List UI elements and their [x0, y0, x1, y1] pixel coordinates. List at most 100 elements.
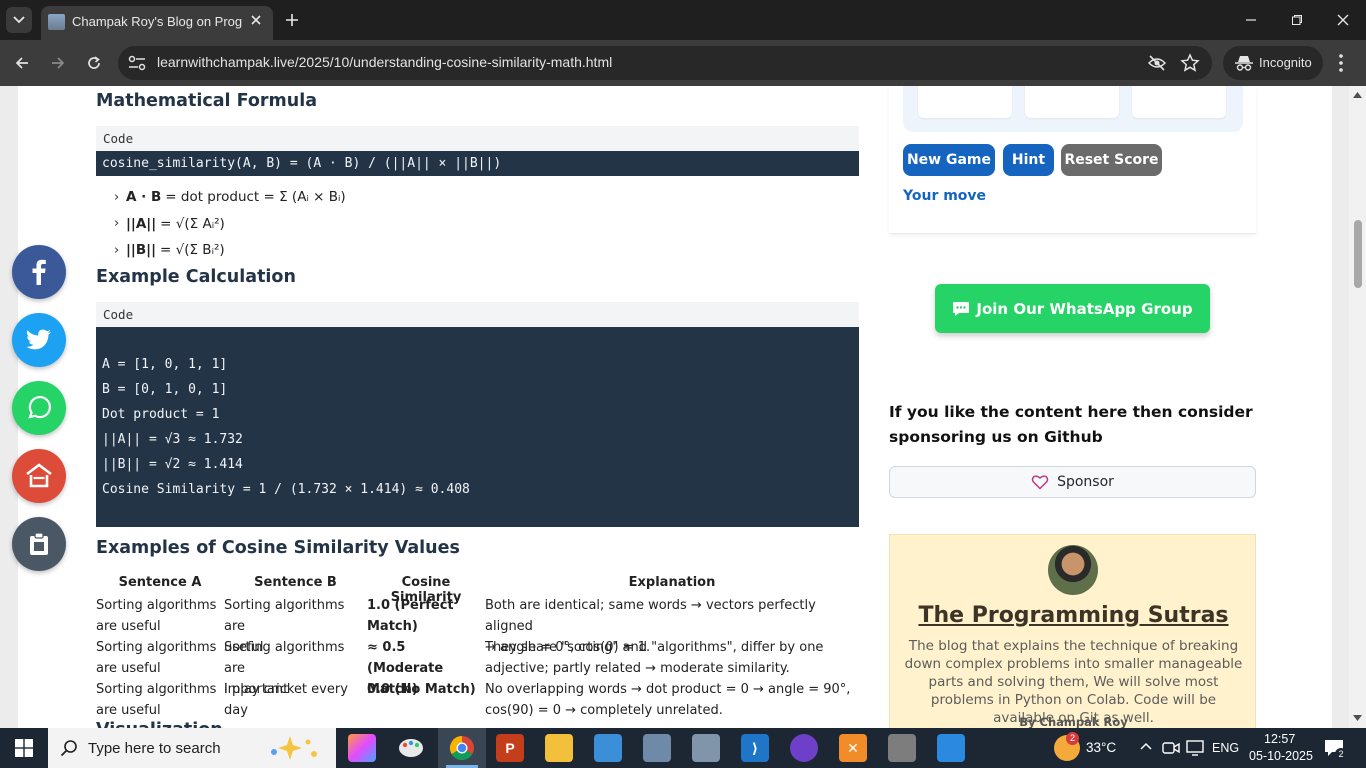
game-board	[903, 86, 1243, 132]
whatsapp-icon	[28, 395, 51, 419]
table-cell: 1.0 (Perfect Match)	[367, 598, 454, 634]
formula-code-line: cosine_similarity(A, B) = (A · B) / (||A…	[102, 156, 502, 171]
home-button[interactable]	[12, 449, 66, 503]
control-panel-icon[interactable]	[594, 734, 622, 762]
chrome-app-icon[interactable]	[448, 734, 476, 762]
board-cell[interactable]	[1025, 86, 1119, 118]
bookmark-star-icon[interactable]	[1180, 53, 1200, 73]
bullet-term: ||B||	[126, 242, 157, 259]
example-code-block: A = [1, 0, 1, 1] B = [0, 1, 0, 1] Dot pr…	[96, 327, 859, 527]
reset-score-button[interactable]: Reset Score	[1061, 144, 1162, 176]
tray-chevron-up-icon[interactable]	[1140, 742, 1152, 750]
incognito-label: Incognito	[1259, 55, 1312, 70]
site-info-icon[interactable]	[126, 53, 148, 73]
code-line: B = [0, 1, 0, 1]	[102, 382, 228, 397]
powerpoint-app-icon[interactable]: P	[496, 734, 524, 762]
page-scrollbar[interactable]	[1349, 86, 1366, 728]
close-window-button[interactable]	[1320, 0, 1366, 40]
start-button[interactable]	[0, 728, 48, 768]
minimize-button[interactable]	[1228, 0, 1274, 40]
eye-off-icon[interactable]	[1147, 53, 1167, 73]
incognito-indicator[interactable]: Incognito	[1223, 46, 1323, 80]
visualization-heading: Visualization	[96, 720, 223, 728]
scrollbar-thumb[interactable]	[1354, 220, 1362, 288]
table-row: Sorting algorithms are useful I play cric…	[96, 679, 860, 721]
author-avatar	[1048, 545, 1098, 595]
formula-bullet-list: › A · B = dot product = Σ (Aᵢ × Bᵢ) › ||A||…	[114, 184, 346, 264]
game-status: Your move	[903, 188, 987, 204]
home-icon	[26, 463, 52, 488]
tab-title: Champak Roy's Blog on Progra	[72, 14, 242, 29]
meet-now-icon[interactable]	[1162, 739, 1180, 757]
copilot-app-icon[interactable]	[348, 734, 376, 762]
search-highlight-icon	[271, 736, 317, 760]
table-header: Sentence A	[118, 575, 202, 590]
address-bar[interactable]: learnwithchampak.live/2025/10/understand…	[118, 46, 1212, 80]
restore-button[interactable]	[1274, 0, 1320, 40]
taskbar-search[interactable]: Type here to search	[48, 728, 336, 768]
xampp-app-icon[interactable]: ✕	[839, 734, 867, 762]
books-app-icon[interactable]	[888, 734, 916, 762]
windows-taskbar: Type here to search P ⟩ ✕ 2 33°C ENG 12:…	[0, 728, 1366, 768]
file-explorer-icon[interactable]	[545, 734, 573, 762]
board-cell[interactable]	[918, 86, 1012, 118]
blog-title-link[interactable]: The Programming Sutras	[890, 603, 1257, 628]
code-line: Dot product = 1	[102, 407, 220, 422]
tab-search-button[interactable]	[6, 7, 32, 33]
whatsapp-group-button[interactable]: Join Our WhatsApp Group	[935, 284, 1210, 333]
twitter-share-button[interactable]	[12, 313, 66, 367]
browser-tab-bar: Champak Roy's Blog on Progra	[0, 0, 1366, 40]
weather-temperature[interactable]: 33°C	[1086, 740, 1116, 755]
page-viewport: Mathematical Formula Code cosine_similar…	[0, 86, 1366, 728]
bullet-desc: = √(Σ Bᵢ²)	[160, 242, 225, 259]
table-header: Explanation	[628, 575, 716, 590]
code-line: Cosine Similarity = 1 / (1.732 × 1.414) …	[102, 482, 470, 497]
new-game-button[interactable]: New Game	[903, 144, 995, 176]
display-icon[interactable]	[1186, 739, 1204, 757]
code-line: A = [1, 0, 1, 1]	[102, 357, 228, 372]
close-tab-icon[interactable]	[248, 12, 264, 28]
bullet-term: ||A||	[126, 215, 157, 232]
input-language[interactable]: ENG	[1212, 741, 1239, 755]
sponsor-button[interactable]: Sponsor	[889, 466, 1256, 498]
photos-app-icon[interactable]	[937, 734, 965, 762]
forward-button[interactable]	[46, 51, 70, 75]
formula-code-block: cosine_similarity(A, B) = (A · B) / (||A…	[96, 151, 859, 176]
back-button[interactable]	[10, 51, 34, 75]
clock-date[interactable]: 05-10-2025	[1249, 749, 1313, 763]
list-item: › ||B|| = √(Σ Bᵢ²)	[114, 237, 346, 264]
code-line: ||A|| = √3 ≈ 1.732	[102, 432, 243, 447]
board-cell[interactable]	[1132, 86, 1226, 118]
arrow-left-icon	[15, 57, 28, 69]
twitter-icon	[26, 329, 51, 350]
reload-button[interactable]	[82, 51, 106, 75]
github-desktop-icon[interactable]	[790, 734, 818, 762]
author-byline: By Champak Roy	[1019, 715, 1128, 728]
new-tab-icon[interactable]	[282, 10, 302, 30]
chevron-right-icon: ›	[114, 216, 120, 232]
table-cell: They share "sorting" and "algorithms", d…	[485, 640, 824, 676]
table-header: Sentence B	[254, 575, 337, 590]
network-app-icon[interactable]	[692, 734, 720, 762]
restore-icon	[1292, 15, 1302, 25]
more-menu-icon[interactable]	[1334, 52, 1348, 74]
scroll-up-icon[interactable]	[1353, 92, 1362, 98]
weather-badge: 2	[1066, 732, 1079, 745]
example-code-label: Code	[96, 302, 859, 327]
scroll-down-icon[interactable]	[1353, 715, 1362, 721]
clock-time[interactable]: 12:57	[1264, 732, 1295, 746]
facebook-icon	[32, 259, 46, 285]
chevron-down-icon	[13, 16, 25, 24]
url-text[interactable]: learnwithchampak.live/2025/10/understand…	[157, 54, 612, 70]
paint-app-icon[interactable]	[397, 734, 425, 762]
clipboard-button[interactable]	[12, 517, 66, 571]
facebook-share-button[interactable]	[12, 245, 66, 299]
bullet-desc: = dot product = Σ (Aᵢ × Bᵢ)	[165, 189, 346, 206]
whatsapp-share-button[interactable]	[12, 381, 66, 435]
camera-app-icon[interactable]	[643, 734, 671, 762]
vscode-app-icon[interactable]: ⟩	[741, 734, 769, 762]
code-line: ||B|| = √2 ≈ 1.414	[102, 457, 243, 472]
hint-button[interactable]: Hint	[1003, 144, 1054, 176]
active-tab[interactable]: Champak Roy's Blog on Progra	[41, 6, 273, 40]
tab-favicon-icon	[48, 14, 65, 30]
